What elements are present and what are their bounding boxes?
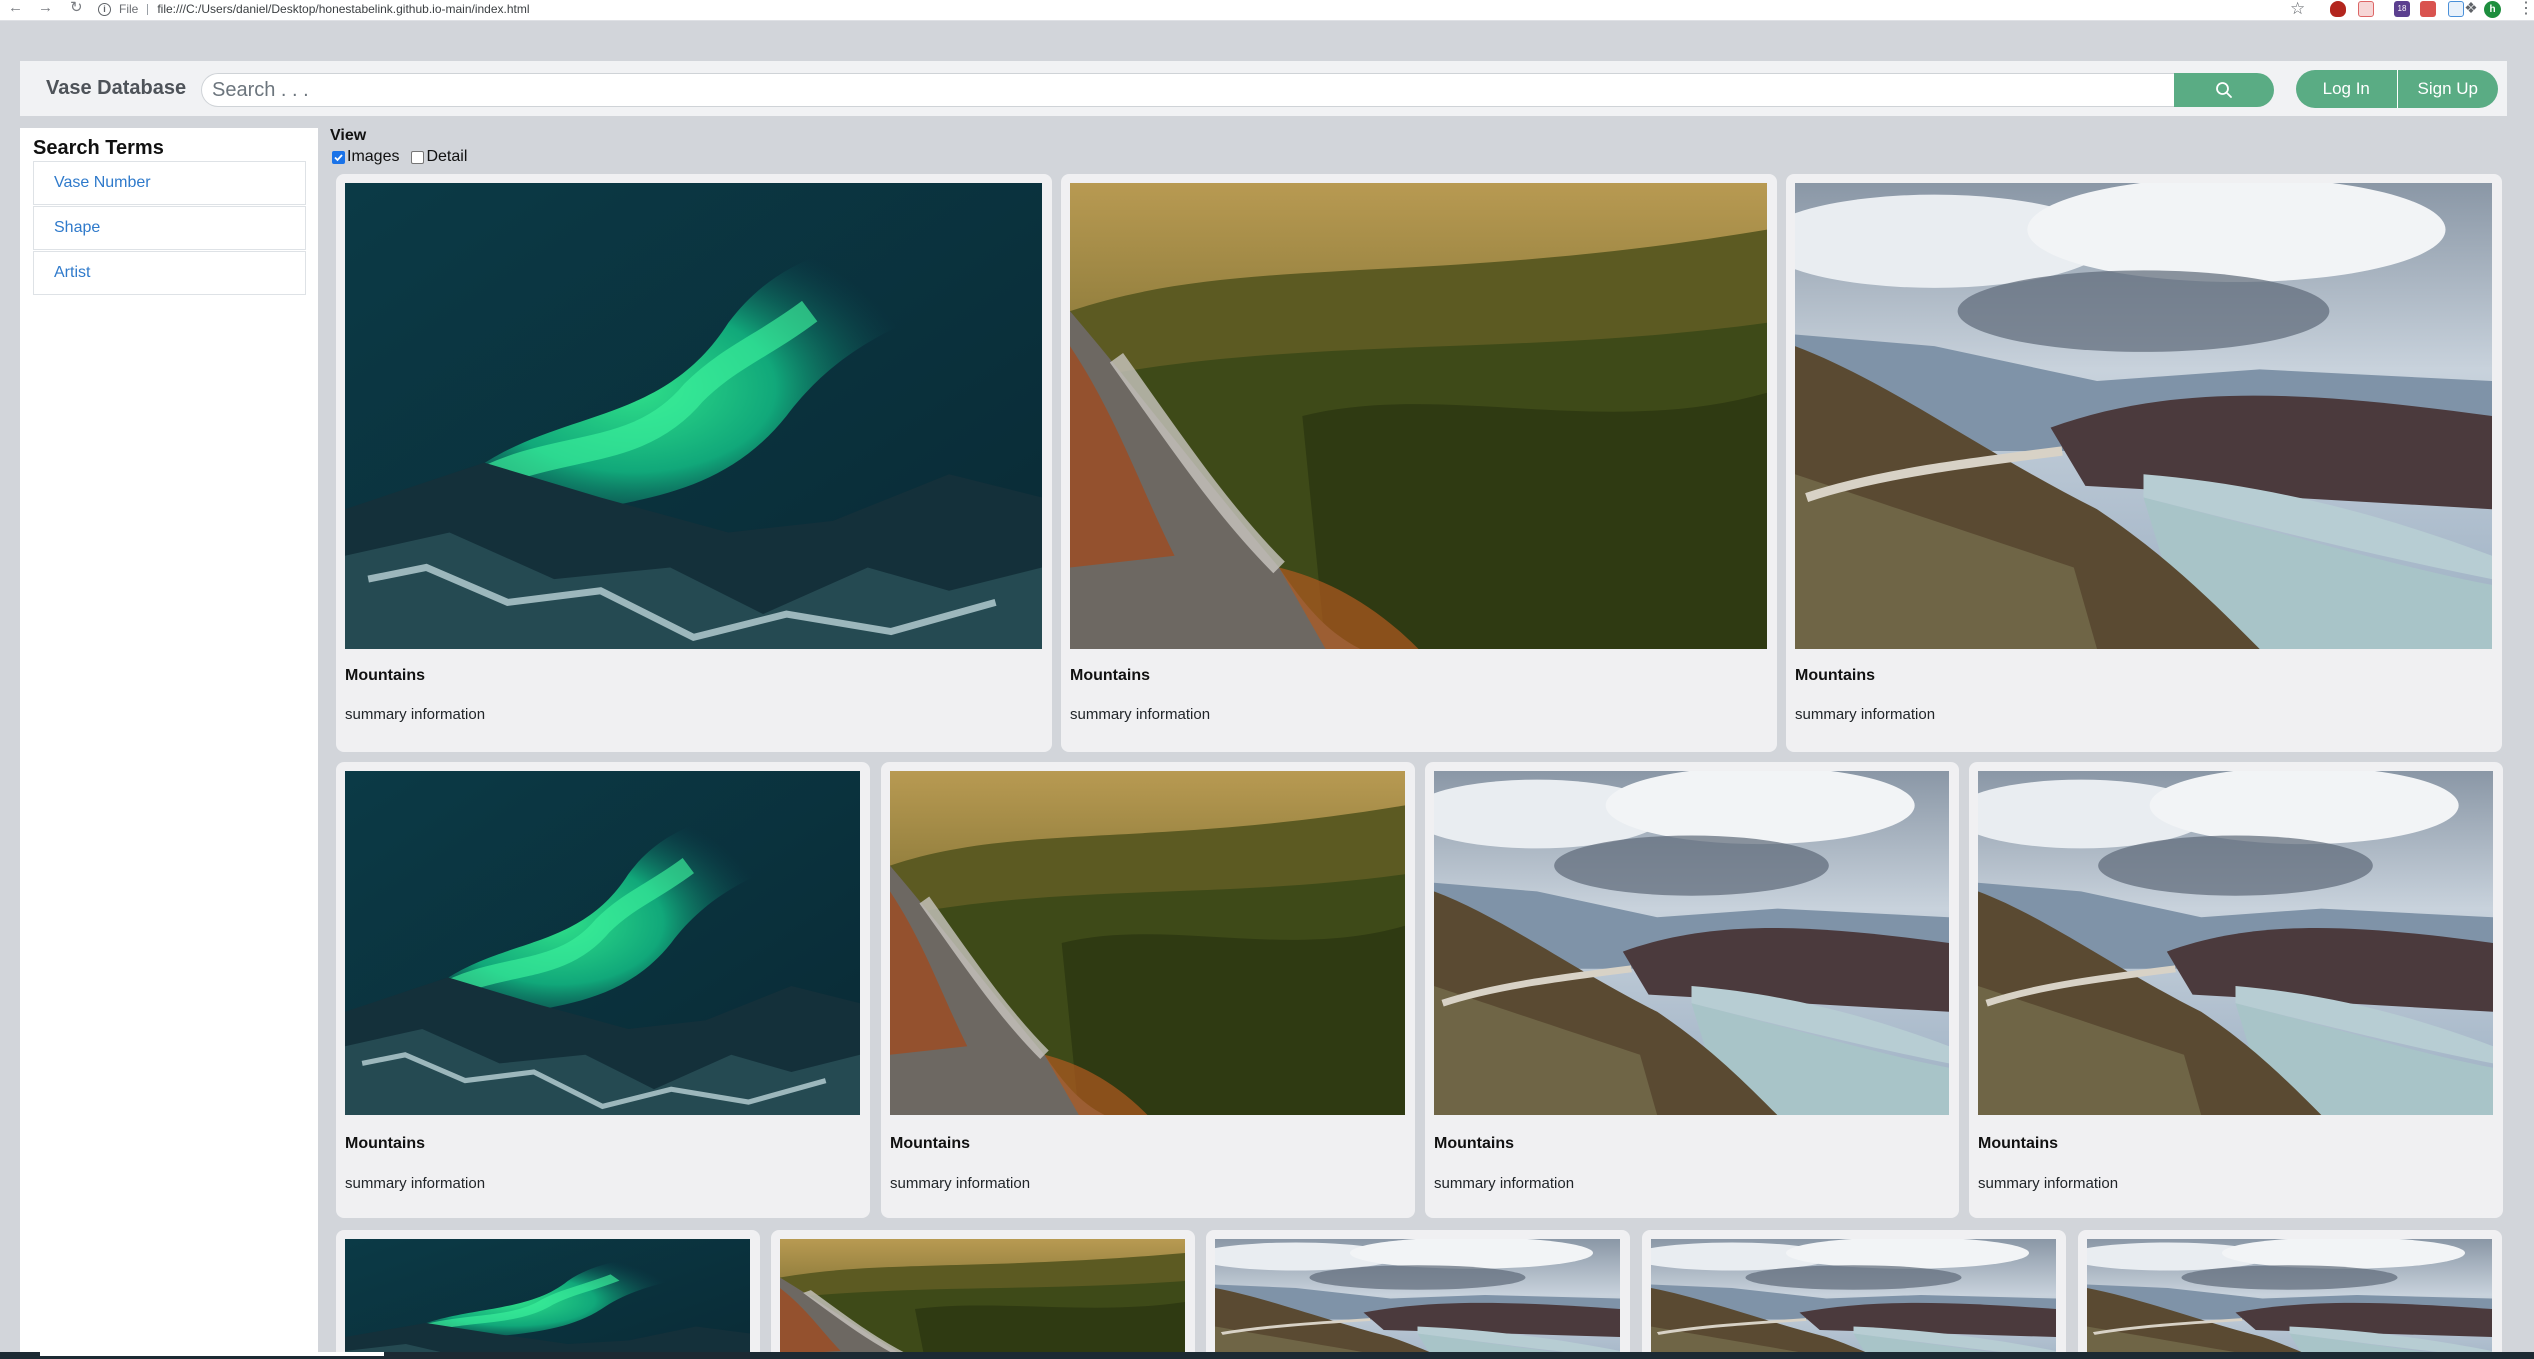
sidebar-item-vase-number[interactable]: Vase Number [33, 161, 306, 205]
vase-card[interactable]: Mountains summary information [336, 762, 870, 1218]
search-input[interactable] [201, 73, 2224, 107]
vase-card[interactable]: Mountains summary information [1425, 762, 1959, 1218]
card-image[interactable] [780, 1239, 1185, 1359]
reload-icon[interactable]: ↻ [70, 0, 83, 18]
aurora-image [345, 771, 860, 1115]
forest-cliff-image [1070, 183, 1767, 649]
sidebar-item-artist[interactable]: Artist [33, 251, 306, 295]
card-title: Mountains [1070, 667, 1150, 684]
browser-toolbar: ← → ↻ i File file:///C:/Users/daniel/Des… [0, 0, 2534, 21]
url-divider [147, 3, 149, 15]
images-checkbox[interactable] [332, 150, 345, 164]
card-image[interactable] [1215, 1239, 1620, 1359]
profile-avatar[interactable]: h [2484, 1, 2501, 18]
view-label: View [330, 127, 367, 144]
card-summary: summary information [1795, 706, 1936, 723]
lake-valley-image [1434, 771, 1949, 1115]
search-icon [2216, 82, 2232, 98]
card-image[interactable] [1651, 1239, 2056, 1359]
card-image[interactable] [890, 771, 1405, 1115]
lake-valley-image [2087, 1239, 2492, 1359]
vase-card[interactable] [2078, 1230, 2502, 1359]
card-title: Mountains [345, 1135, 425, 1152]
card-summary: summary information [345, 706, 486, 723]
detail-checkbox[interactable] [411, 150, 425, 164]
card-image[interactable] [2087, 1239, 2492, 1359]
lake-valley-image [1795, 183, 2492, 649]
app-navbar: Vase Database Log In Sign Up [20, 61, 2507, 116]
card-image[interactable] [345, 771, 860, 1115]
card-image[interactable] [345, 1239, 750, 1359]
images-option-label: Images [347, 148, 400, 165]
card-summary: summary information [890, 1175, 1031, 1192]
card-summary: summary information [1434, 1175, 1575, 1192]
back-icon[interactable]: ← [8, 0, 23, 18]
badge-extension-icon[interactable]: 18 [2394, 1, 2410, 17]
forest-cliff-image [890, 771, 1405, 1115]
card-title: Mountains [1434, 1135, 1514, 1152]
card-title: Mountains [1795, 667, 1875, 684]
card-summary: summary information [1978, 1175, 2119, 1192]
bookmark-star-icon[interactable]: ☆ [2290, 0, 2305, 17]
view-options: Images Detail [332, 148, 479, 166]
os-taskbar [0, 1352, 2534, 1359]
detail-option-label: Detail [426, 148, 468, 165]
calendar-extension-icon[interactable] [2448, 1, 2464, 17]
lake-valley-image [1215, 1239, 1620, 1359]
aurora-image [345, 183, 1042, 649]
vase-card[interactable] [1206, 1230, 1630, 1359]
login-button[interactable]: Log In [2296, 70, 2398, 108]
card-image[interactable] [1434, 771, 1949, 1115]
card-title: Mountains [890, 1135, 970, 1152]
extension-icon[interactable] [2358, 1, 2374, 17]
url-scheme-label: File [119, 2, 139, 16]
card-image[interactable] [345, 183, 1042, 649]
vase-card[interactable]: Mountains summary information [1061, 174, 1777, 752]
card-summary: summary information [1070, 706, 1211, 723]
aurora-image [345, 1239, 750, 1359]
vase-card[interactable]: Mountains summary information [1786, 174, 2502, 752]
auth-buttons: Log In Sign Up [2296, 70, 2498, 108]
shield-extension-icon[interactable] [2330, 1, 2346, 17]
info-icon[interactable]: i [98, 2, 111, 16]
card-summary: summary information [345, 1175, 486, 1192]
red-extension-icon[interactable] [2420, 1, 2436, 17]
puzzle-icon[interactable]: ❖ [2463, 1, 2479, 17]
search-button[interactable] [2174, 73, 2274, 107]
lake-valley-image [1978, 771, 2493, 1115]
sidebar-item-shape[interactable]: Shape [33, 206, 306, 250]
view-option-images[interactable]: Images [332, 148, 399, 166]
vase-card[interactable] [1642, 1230, 2066, 1359]
forward-icon[interactable]: → [38, 0, 53, 18]
address-bar[interactable]: i File file:///C:/Users/daniel/Desktop/h… [98, 0, 2348, 18]
vase-card[interactable]: Mountains summary information [336, 174, 1052, 752]
signup-button[interactable]: Sign Up [2397, 70, 2498, 108]
vase-card[interactable] [336, 1230, 760, 1359]
card-title: Mountains [1978, 1135, 2058, 1152]
view-option-detail[interactable]: Detail [411, 148, 467, 166]
vase-card[interactable]: Mountains summary information [1969, 762, 2503, 1218]
lake-valley-image [1651, 1239, 2056, 1359]
menu-kebab-icon[interactable]: ⋮ [2518, 0, 2534, 17]
card-image[interactable] [1795, 183, 2492, 649]
active-window-indicator [40, 1352, 384, 1356]
card-image[interactable] [1978, 771, 2493, 1115]
card-title: Mountains [345, 667, 425, 684]
card-image[interactable] [1070, 183, 1767, 649]
sidebar-heading: Search Terms [33, 137, 164, 159]
url-text[interactable]: file:///C:/Users/daniel/Desktop/honestab… [157, 2, 529, 16]
brand-title[interactable]: Vase Database [46, 61, 186, 116]
vase-card[interactable] [771, 1230, 1195, 1359]
vase-card[interactable]: Mountains summary information [881, 762, 1415, 1218]
sidebar: Search Terms Vase Number Shape Artist [20, 128, 318, 1359]
forest-cliff-image [780, 1239, 1185, 1359]
